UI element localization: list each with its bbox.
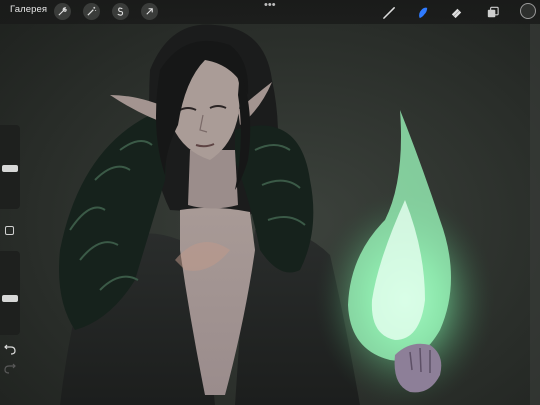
artwork-canvas[interactable] bbox=[0, 0, 540, 405]
smudge-icon[interactable] bbox=[413, 3, 431, 21]
brush-size-slider[interactable] bbox=[0, 125, 20, 209]
wrench-icon[interactable] bbox=[54, 3, 71, 20]
redo-icon[interactable] bbox=[4, 362, 16, 374]
eraser-icon[interactable] bbox=[447, 3, 465, 21]
brush-icon[interactable] bbox=[380, 3, 398, 21]
modify-button[interactable] bbox=[5, 226, 14, 235]
layers-icon[interactable] bbox=[483, 3, 501, 21]
canvas-edge bbox=[530, 0, 540, 405]
transform-arrow-icon[interactable] bbox=[141, 3, 158, 20]
more-handle[interactable]: ••• bbox=[264, 0, 276, 11]
undo-icon[interactable] bbox=[4, 343, 16, 355]
left-sidebar bbox=[0, 125, 20, 382]
neck bbox=[188, 150, 238, 209]
magic-wand-icon[interactable] bbox=[83, 3, 100, 20]
selection-icon[interactable] bbox=[112, 3, 129, 20]
opacity-slider[interactable] bbox=[0, 251, 20, 335]
opacity-thumb[interactable] bbox=[2, 295, 18, 302]
color-picker-button[interactable] bbox=[520, 3, 536, 19]
brush-size-thumb[interactable] bbox=[2, 165, 18, 172]
gallery-button[interactable]: Галерея bbox=[10, 4, 47, 15]
top-toolbar: Галерея ••• bbox=[0, 0, 540, 24]
